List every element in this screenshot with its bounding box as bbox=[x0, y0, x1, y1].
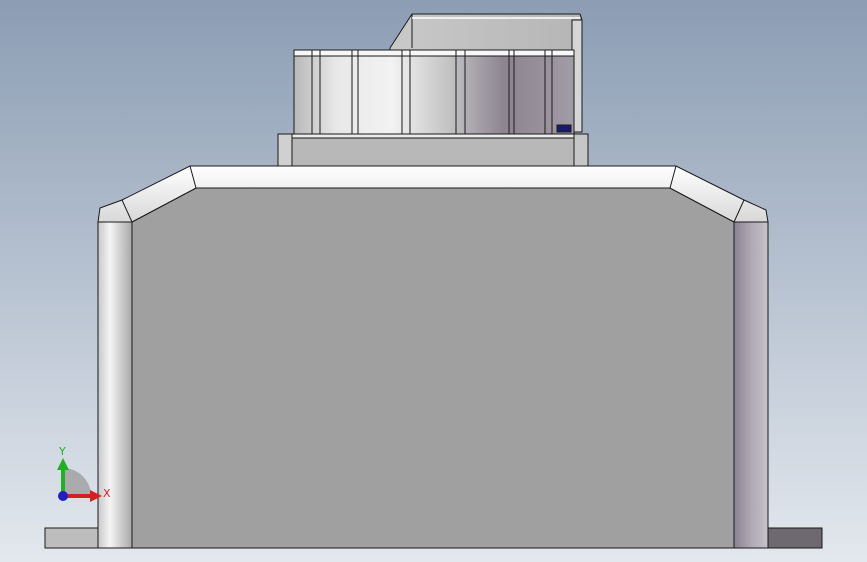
base-plate-right bbox=[764, 527, 823, 549]
triad-z-dot-icon bbox=[58, 491, 68, 501]
base-plate-left bbox=[44, 527, 101, 549]
model-view[interactable]: Y X bbox=[0, 0, 867, 562]
mid-block bbox=[277, 133, 589, 167]
right-pillar bbox=[733, 221, 769, 549]
triad-x-label: X bbox=[103, 487, 111, 500]
indicator-marker bbox=[556, 124, 572, 133]
triad-y-label: Y bbox=[58, 445, 66, 458]
knurled-cylinder bbox=[293, 49, 575, 135]
graphics-viewport[interactable]: Y X bbox=[0, 0, 867, 562]
main-body-face bbox=[131, 187, 735, 549]
